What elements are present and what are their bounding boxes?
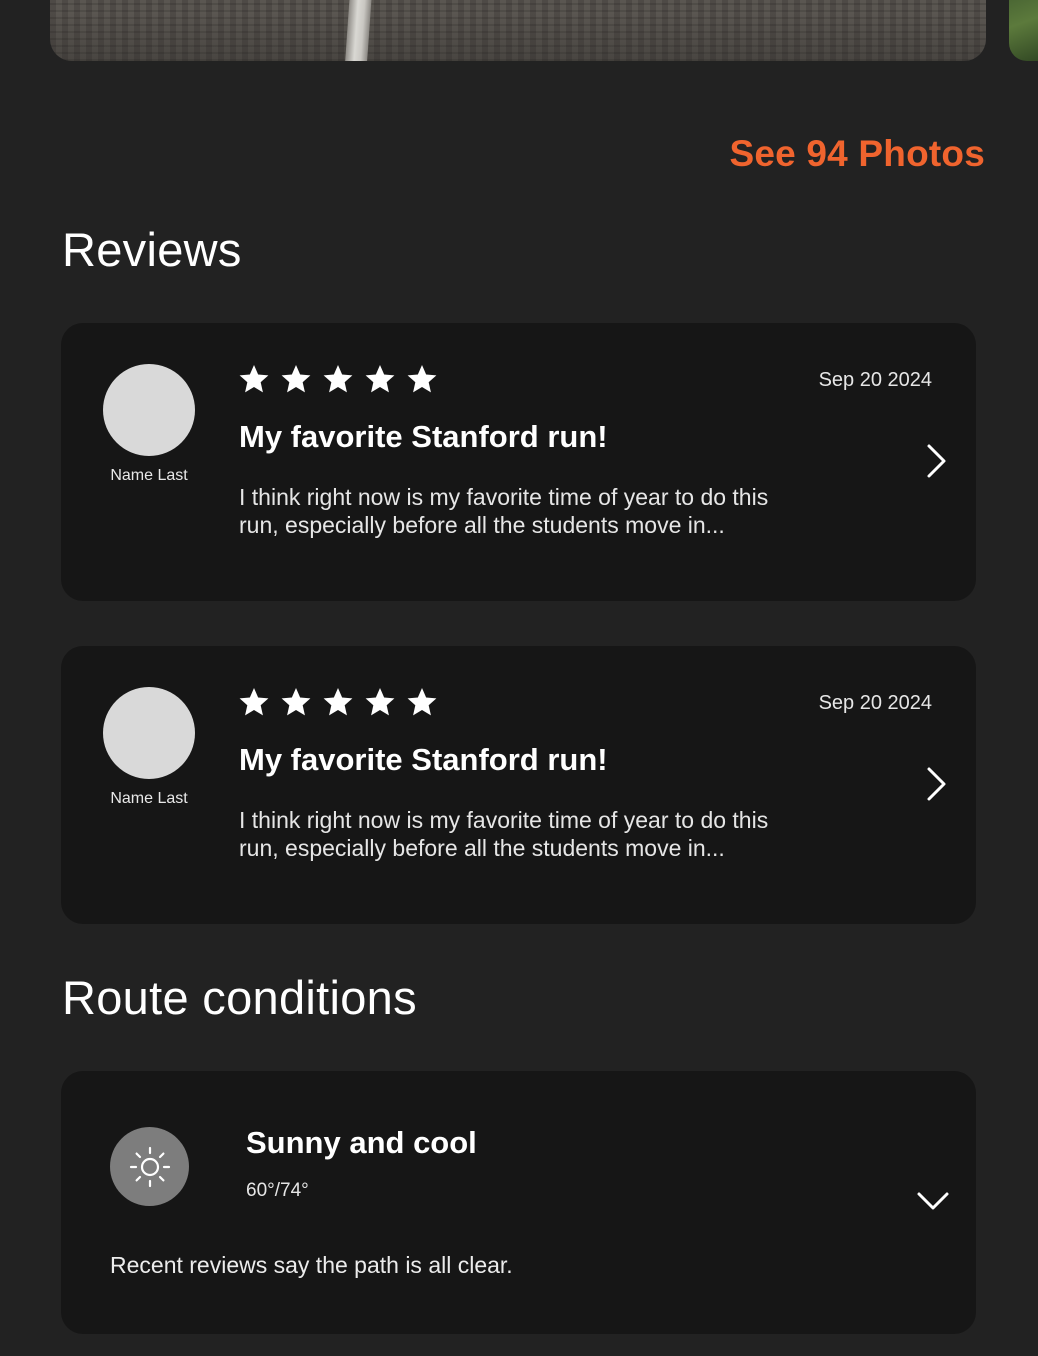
star-icon <box>239 365 269 393</box>
review-excerpt: I think right now is my favorite time of… <box>239 807 769 861</box>
weather-badge <box>110 1127 189 1206</box>
reviews-heading: Reviews <box>62 223 242 276</box>
review-excerpt: I think right now is my favorite time of… <box>239 484 769 538</box>
chevron-right-icon[interactable] <box>923 766 949 802</box>
star-icon <box>281 688 311 716</box>
star-icon <box>407 688 437 716</box>
chevron-right-icon[interactable] <box>923 443 949 479</box>
conditions-note: Recent reviews say the path is all clear… <box>110 1252 513 1278</box>
review-author: Name Last <box>110 790 188 807</box>
review-card[interactable]: Name Last My favorite Stanford run! I th… <box>61 323 976 601</box>
star-icon <box>365 688 395 716</box>
star-icon <box>407 365 437 393</box>
trail-detail-page: See 94 Photos Reviews Name Last My favor… <box>0 0 1038 1356</box>
avatar <box>103 687 195 779</box>
trail-photo[interactable] <box>50 0 986 61</box>
route-conditions-heading: Route conditions <box>62 971 417 1024</box>
review-title: My favorite Stanford run! <box>239 742 608 777</box>
review-card[interactable]: Name Last My favorite Stanford run! I th… <box>61 646 976 924</box>
star-icon <box>365 365 395 393</box>
review-author: Name Last <box>110 467 188 484</box>
avatar <box>103 364 195 456</box>
see-all-photos-link[interactable]: See 94 Photos <box>729 133 985 175</box>
star-icon <box>323 365 353 393</box>
star-icon <box>281 365 311 393</box>
photo-lane-marking <box>345 0 373 61</box>
temperature-range: 60°/74° <box>246 1180 309 1201</box>
sun-icon <box>129 1146 170 1187</box>
review-title: My favorite Stanford run! <box>239 419 608 454</box>
review-date: Sep 20 2024 <box>818 369 932 391</box>
star-rating <box>238 363 438 395</box>
route-conditions-card[interactable]: Sunny and cool 60°/74° Recent reviews sa… <box>61 1071 976 1334</box>
chevron-down-icon[interactable] <box>916 1189 950 1213</box>
star-icon <box>239 688 269 716</box>
next-trail-photo[interactable] <box>1009 0 1038 61</box>
star-icon <box>323 688 353 716</box>
weather-summary: Sunny and cool <box>246 1125 477 1160</box>
review-date: Sep 20 2024 <box>818 692 932 714</box>
star-rating <box>238 686 438 718</box>
